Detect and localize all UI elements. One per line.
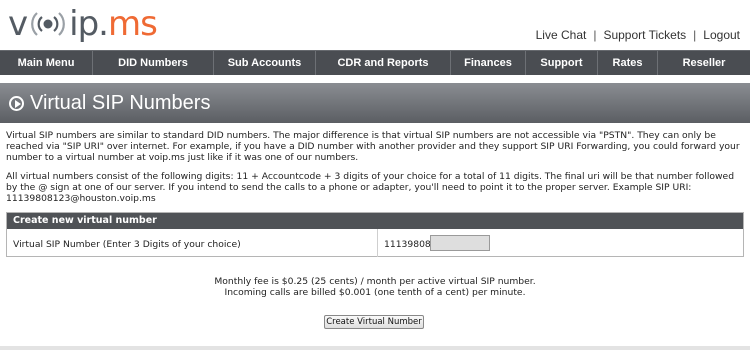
incoming-calls-fee-text: Incoming calls are billed $0.001 (one te… — [224, 287, 526, 298]
nav-sub-accounts[interactable]: Sub Accounts — [214, 51, 316, 75]
voipms-logo[interactable]: v ip. ms — [8, 4, 158, 44]
logout-link[interactable]: Logout — [703, 28, 740, 42]
virtual-number-row: Virtual SIP Number (Enter 3 Digits of yo… — [7, 229, 743, 257]
main-nav: Main Menu DID Numbers Sub Accounts CDR a… — [0, 50, 750, 75]
bottom-divider — [0, 346, 750, 350]
signal-waves-icon — [31, 12, 66, 36]
nav-main-menu[interactable]: Main Menu — [0, 51, 93, 75]
link-separator: | — [693, 28, 697, 42]
create-virtual-number-panel: Create new virtual number Virtual SIP Nu… — [6, 212, 744, 257]
column-divider — [377, 229, 378, 257]
nav-finances[interactable]: Finances — [451, 51, 526, 75]
header: v ip. ms Live Chat | Support Tickets | L… — [0, 0, 750, 50]
nav-reseller[interactable]: Reseller — [658, 51, 750, 75]
panel-header: Create new virtual number — [7, 213, 743, 229]
logo-letter-v: v — [8, 4, 28, 44]
logo-text-ip: ip. — [69, 4, 109, 44]
account-prefix: 11139808 — [384, 239, 431, 250]
page-title-banner: Virtual SIP Numbers — [0, 83, 750, 123]
nav-support[interactable]: Support — [526, 51, 598, 75]
virtual-number-label: Virtual SIP Number (Enter 3 Digits of yo… — [13, 239, 241, 250]
details-paragraph: All virtual numbers consist of the follo… — [6, 171, 735, 204]
nav-cdr-and-reports[interactable]: CDR and Reports — [316, 51, 451, 75]
circle-arrow-icon — [9, 95, 24, 111]
logo-text-ms: ms — [107, 4, 158, 44]
top-links: Live Chat | Support Tickets | Logout — [536, 28, 740, 42]
nav-did-numbers[interactable]: DID Numbers — [93, 51, 214, 75]
link-separator: | — [593, 28, 597, 42]
create-virtual-number-button[interactable]: Create Virtual Number — [324, 315, 424, 329]
monthly-fee-text: Monthly fee is $0.25 (25 cents) / month … — [214, 276, 536, 287]
support-tickets-link[interactable]: Support Tickets — [603, 28, 686, 42]
three-digit-input[interactable] — [430, 235, 490, 251]
live-chat-link[interactable]: Live Chat — [536, 28, 587, 42]
nav-rates[interactable]: Rates — [598, 51, 658, 75]
intro-paragraph: Virtual SIP numbers are similar to stand… — [6, 130, 740, 163]
page-title: Virtual SIP Numbers — [30, 91, 211, 114]
page: v ip. ms Live Chat | Support Tickets | L… — [0, 0, 750, 350]
